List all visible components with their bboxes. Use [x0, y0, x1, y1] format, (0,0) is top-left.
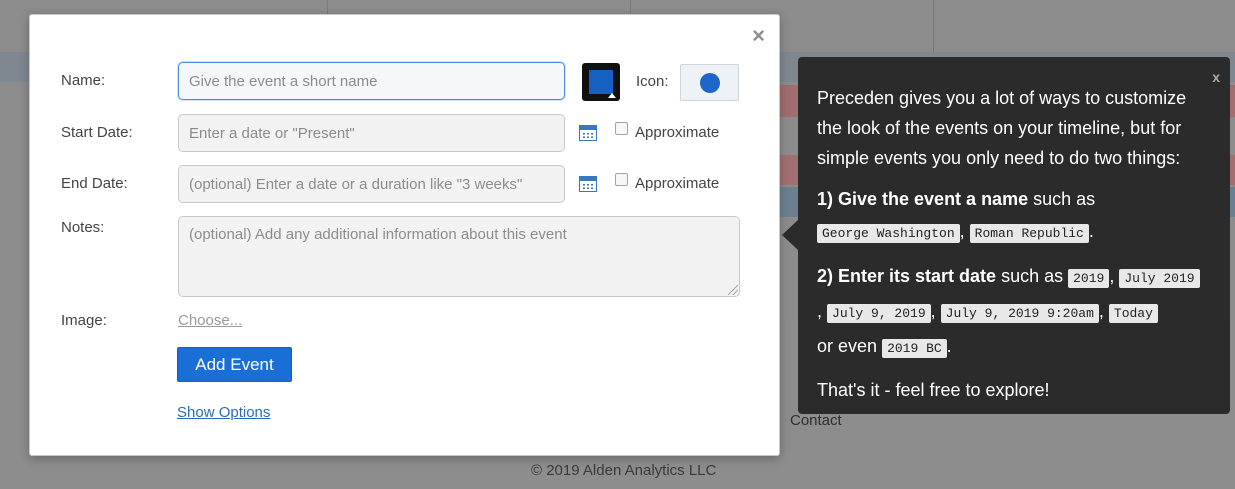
- resize-handle-icon[interactable]: [728, 285, 738, 295]
- code-example: July 9, 2019 9:20am: [940, 304, 1099, 323]
- step1-heading: 1) Give the event a name: [817, 189, 1029, 209]
- background-divider: [933, 0, 934, 52]
- color-dropdown-icon: [608, 93, 616, 98]
- code-example: July 9, 2019: [827, 304, 931, 323]
- calendar-icon[interactable]: [579, 125, 597, 141]
- step1-text: such as: [1028, 189, 1096, 209]
- end-approximate-checkbox[interactable]: [615, 173, 628, 186]
- tooltip-intro: Preceden gives you a lot of ways to cust…: [817, 88, 1187, 168]
- code-example: 2019 BC: [882, 339, 947, 358]
- icon-label: Icon:: [636, 73, 669, 90]
- code-example: Roman Republic: [969, 224, 1089, 243]
- start-approximate-label: Approximate: [635, 124, 720, 141]
- code-example: Today: [1108, 304, 1158, 323]
- tooltip-outro: That's it - feel free to explore!: [817, 380, 1050, 400]
- tooltip-step2: 2) Enter its start date such as 2019, Ju…: [817, 260, 1212, 365]
- choose-image-link[interactable]: Choose...: [178, 312, 242, 329]
- color-picker-button[interactable]: [582, 63, 620, 101]
- add-event-modal: × Name: Icon: Start Date: Approximate En…: [29, 14, 780, 456]
- contact-link[interactable]: Contact: [790, 412, 842, 429]
- code-example: George Washington: [817, 224, 960, 243]
- show-options-link[interactable]: Show Options: [177, 404, 270, 421]
- help-tooltip: x Preceden gives you a lot of ways to cu…: [798, 57, 1230, 414]
- name-label: Name:: [61, 72, 106, 89]
- tooltip-close-button[interactable]: x: [1212, 62, 1220, 92]
- notes-label: Notes:: [61, 219, 105, 236]
- calendar-icon[interactable]: [579, 176, 597, 192]
- circle-icon: [700, 73, 720, 93]
- footer-copyright: © 2019 Alden Analytics LLC: [531, 462, 717, 479]
- start-date-input[interactable]: [178, 114, 565, 152]
- end-date-label: End Date:: [61, 175, 128, 192]
- icon-picker-button[interactable]: [680, 64, 739, 101]
- modal-close-button[interactable]: ×: [752, 25, 765, 47]
- step2-text: such as: [996, 266, 1064, 286]
- tooltip-step1: 1) Give the event a name such as George …: [817, 189, 1096, 243]
- code-example: July 2019: [1119, 269, 1200, 288]
- or-even-text: or even: [817, 336, 878, 356]
- step2-heading: 2) Enter its start date: [817, 266, 997, 286]
- add-event-button[interactable]: Add Event: [177, 347, 292, 382]
- start-approximate-checkbox[interactable]: [615, 122, 628, 135]
- tooltip-arrow: [782, 220, 798, 250]
- end-approximate-label: Approximate: [635, 175, 720, 192]
- end-date-input[interactable]: [178, 165, 565, 203]
- code-example: 2019: [1068, 269, 1110, 288]
- image-label: Image:: [61, 312, 107, 329]
- color-swatch-fill: [589, 70, 613, 94]
- notes-textarea[interactable]: [178, 216, 740, 297]
- event-name-input[interactable]: [178, 62, 565, 100]
- start-date-label: Start Date:: [61, 124, 133, 141]
